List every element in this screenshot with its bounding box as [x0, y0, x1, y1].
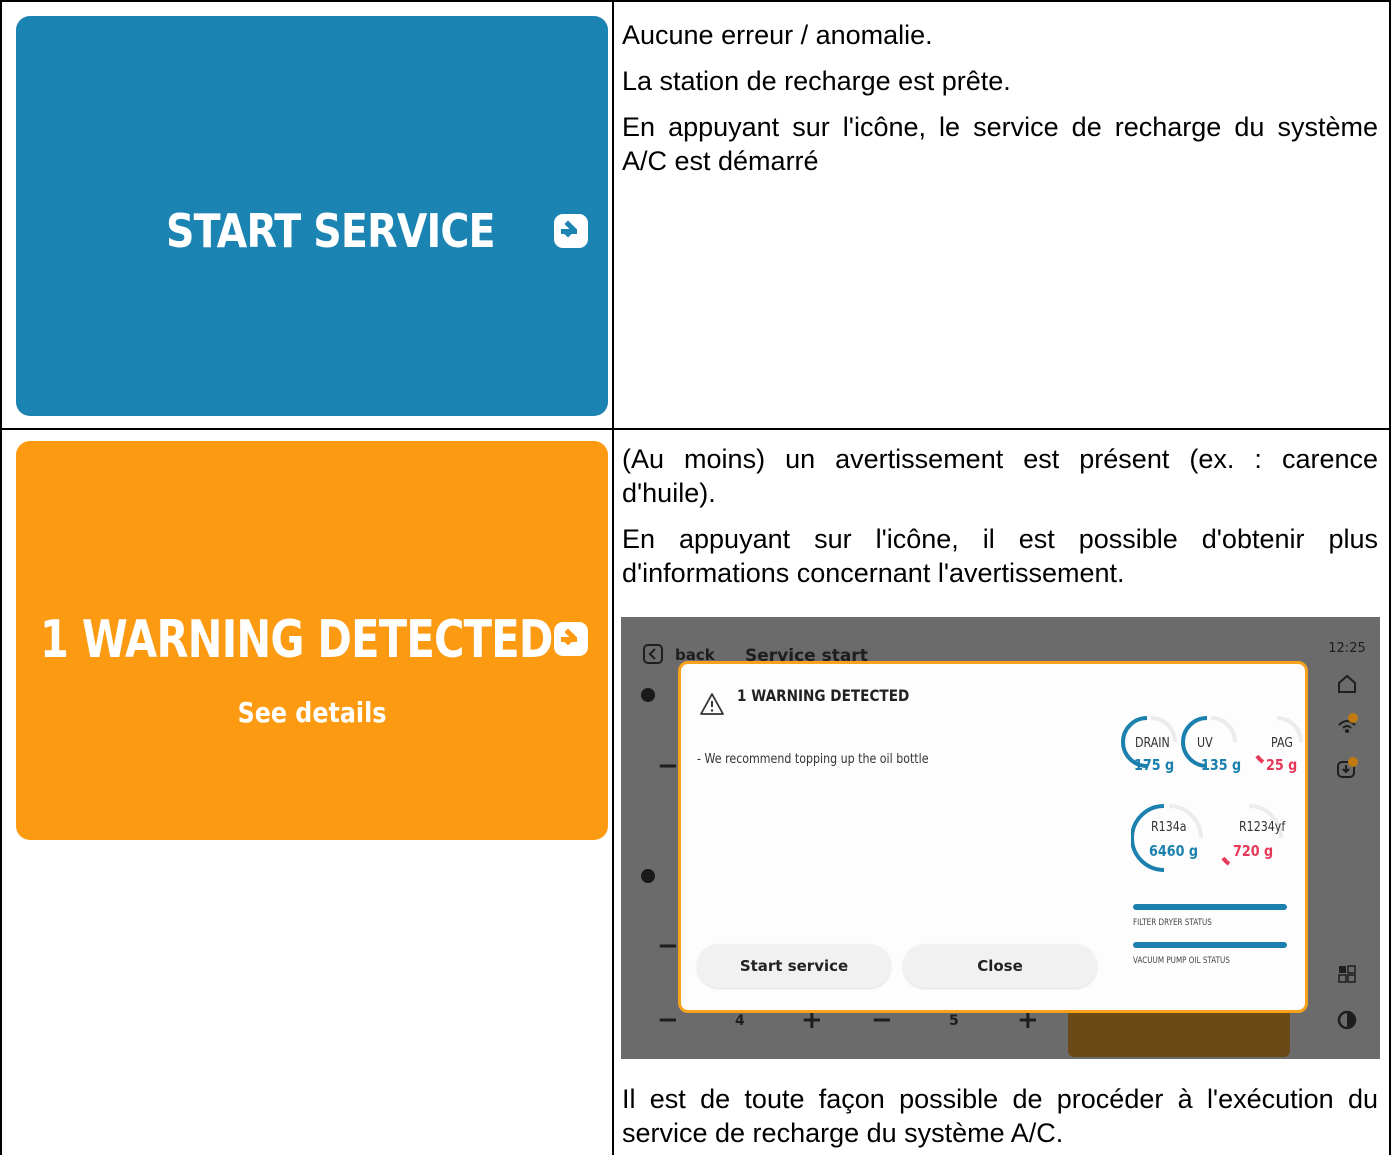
row2-paragraph-3: Il est de toute façon possible de procéd… — [622, 1084, 1378, 1148]
close-button[interactable]: Close — [903, 944, 1097, 988]
start-service-tile[interactable]: START SERVICE — [16, 16, 608, 416]
table-column-divider — [612, 0, 614, 1155]
row2-paragraph-1: (Au moins) un avertissement est présent … — [622, 444, 1378, 508]
filter-dryer-status-label: FILTER DRYER STATUS — [1133, 918, 1212, 928]
warning-modal: 1 WARNING DETECTED - We recommend toppin… — [678, 661, 1308, 1013]
minus-icon: − — [657, 1005, 679, 1035]
gauge-name-pag: PAG — [1271, 736, 1293, 751]
start-service-label: START SERVICE — [166, 204, 496, 258]
vacuum-pump-oil-status-label: VACUUM PUMP OIL STATUS — [1133, 956, 1230, 966]
step-2-bullet — [641, 869, 655, 883]
table-border-left — [0, 0, 2, 1155]
modal-title: 1 WARNING DETECTED — [737, 686, 910, 705]
download-icon[interactable] — [1336, 757, 1358, 779]
warning-icon — [700, 693, 724, 715]
stepper-value-1: 4 — [735, 1013, 745, 1029]
grid-icon[interactable] — [1336, 963, 1358, 985]
arrow-right-icon — [554, 622, 588, 656]
r134a-gauge-icon — [1131, 804, 1203, 872]
table-border-top — [0, 0, 1391, 2]
gauge-value-r134a: 6460 g — [1149, 842, 1199, 860]
row1-description: Aucune erreur / anomalie. La station de … — [622, 18, 1378, 178]
filter-dryer-status-bar — [1133, 904, 1287, 910]
clock: 12:25 — [1328, 641, 1366, 656]
arrow-right-icon — [554, 214, 588, 248]
gauge-value-pag: 25 g — [1266, 756, 1298, 774]
r1234yf-gauge-icon — [1221, 804, 1283, 866]
home-icon[interactable] — [1336, 673, 1358, 695]
minus-icon: − — [657, 751, 679, 781]
row2-paragraph-2: En appuyant sur l'icône, il est possible… — [622, 524, 1378, 588]
stepper-value-2: 5 — [949, 1013, 959, 1029]
gauge-value-uv: 135 g — [1201, 756, 1242, 774]
step-1-bullet — [641, 688, 655, 702]
gauge-name-uv: UV — [1197, 736, 1213, 751]
gauge-value-drain: 175 g — [1134, 756, 1175, 774]
see-details-label: See details — [237, 696, 387, 729]
modal-message: - We recommend topping up the oil bottle — [697, 752, 929, 767]
row2-description-top: (Au moins) un avertissement est présent … — [622, 442, 1378, 590]
side-toolbar: 12:25 — [1314, 617, 1380, 1059]
warning-tile[interactable]: 1 WARNING DETECTED See details — [16, 441, 608, 840]
warning-dialog-screenshot: back Service start − − − 4 + − 5 + 12:25 — [621, 617, 1380, 1059]
row1-paragraph-2: La station de recharge est prête. — [622, 66, 1011, 96]
back-icon — [643, 644, 663, 664]
warning-label: 1 WARNING DETECTED — [40, 610, 553, 670]
warning-row: 1 WARNING DETECTED — [40, 610, 681, 670]
row1-paragraph-3: En appuyant sur l'icône, le service de r… — [622, 112, 1378, 176]
start-service-button[interactable]: Start service — [697, 944, 891, 988]
gauge-name-r134a: R134a — [1151, 820, 1187, 835]
start-service-row: START SERVICE — [166, 204, 588, 258]
minus-icon: − — [657, 931, 679, 961]
row1-paragraph-1: Aucune erreur / anomalie. — [622, 20, 933, 50]
wifi-icon[interactable] — [1336, 713, 1358, 735]
gauge-name-r1234yf: R1234yf — [1239, 820, 1286, 835]
contrast-icon[interactable] — [1336, 1009, 1358, 1031]
gauge-value-r1234yf: 720 g — [1233, 842, 1274, 860]
table-row-divider — [0, 428, 1391, 430]
vacuum-pump-oil-status-bar — [1133, 942, 1287, 948]
gauge-name-drain: DRAIN — [1135, 736, 1170, 751]
